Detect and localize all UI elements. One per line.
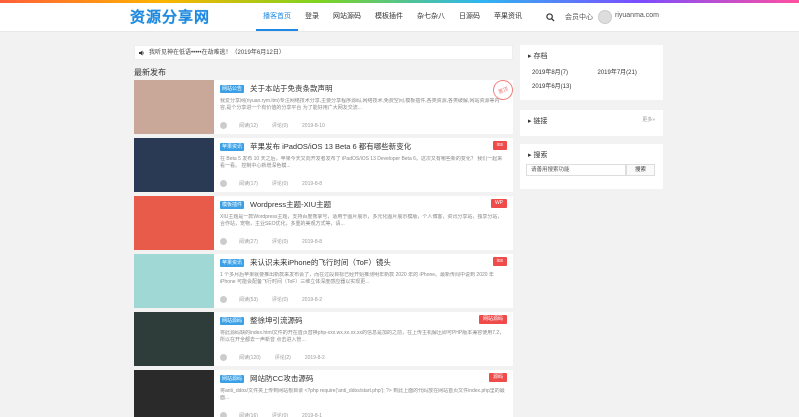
post-title[interactable]: 苹果发布 iPadOS/iOS 13 Beta 6 都有哪些新变化 <box>250 141 411 152</box>
post-category-tag[interactable]: 网站公告 <box>220 85 245 93</box>
post-date: 2019-8-8 <box>302 238 323 245</box>
post-category-tag[interactable]: 苹果资讯 <box>220 143 245 151</box>
post-comments[interactable]: 评论(0) <box>272 180 288 187</box>
post-views: 阅读(27) <box>239 239 258 245</box>
post-thumbnail[interactable] <box>134 196 214 250</box>
post-meta: 阅读(120) 评论(2) 2019-8-2 <box>220 354 339 361</box>
post-card: 网站源码 整徐坤引流源码 将此源码缺的index.html文件的开在首页替换ph… <box>134 312 513 366</box>
site-logo[interactable]: 资源分享网 <box>130 6 210 27</box>
post-badge[interactable]: WP <box>490 199 507 208</box>
post-card: 苹果资讯 来认识未来iPhone的飞行时间（ToF）镜头 1 个多月后苹果就要推… <box>134 254 513 308</box>
post-meta: 阅读(53) 评论(0) 2019-8-2 <box>220 296 336 303</box>
links-more-link[interactable]: 更多» <box>642 116 655 123</box>
post-badge[interactable]: ios <box>492 257 507 266</box>
post-card: 网站源码 网站防CC攻击源码 将anti_ddos/文件夹上传到网站根目录 <?… <box>134 370 513 417</box>
post-views: 阅读(17) <box>239 181 258 187</box>
post-meta: 阅读(12) 评论(0) 2019-8-10 <box>220 122 339 129</box>
search-title: ▸ 搜索 <box>528 152 548 159</box>
post-category-tag[interactable]: 模板插件 <box>220 201 245 209</box>
post-comments[interactable]: 评论(2) <box>275 354 291 361</box>
sidebar-search-input[interactable]: 请善用搜索功能 <box>526 164 626 176</box>
post-excerpt: 在 Beta 5 发布 10 天之后，苹果今天又向开发者发布了 iPadOS/i… <box>220 156 503 169</box>
post-thumbnail[interactable] <box>134 138 214 192</box>
site-header: 资源分享网 播客首页 登录 网站源码 模板插件 杂七杂八 日源码 苹果资讯 会员… <box>0 3 799 32</box>
post-badge[interactable]: 网站源码 <box>478 315 507 324</box>
post-category-tag[interactable]: 网站源码 <box>220 375 245 383</box>
speaker-icon <box>139 50 144 56</box>
post-card: 模板插件 Wordpress主题-XIU主题 XIU主题是一款Wordpress… <box>134 196 513 250</box>
post-excerpt: XIU主题是一款Wordpress主题，支持百度熊掌号，适用于图片展示，多元化图… <box>220 214 503 227</box>
post-title[interactable]: 整徐坤引流源码 <box>250 315 303 326</box>
post-thumbnail[interactable] <box>134 312 214 366</box>
post-date: 2019-8-8 <box>302 180 323 187</box>
archive-list: 2019年8月(7) 2019年7月(21) 2019年6月(13) <box>520 61 663 90</box>
post-category-tag[interactable]: 网站源码 <box>220 317 245 325</box>
post-thumbnail[interactable] <box>134 370 214 417</box>
post-thumbnail[interactable] <box>134 254 214 308</box>
archive-item[interactable]: 2019年7月(21) <box>598 67 664 76</box>
archive-title: ▸ 存档 <box>528 53 548 60</box>
post-views: 阅读(53) <box>239 297 258 303</box>
post-title[interactable]: 关于本站于免责条款声明 <box>250 83 333 94</box>
post-views: 阅读(12) <box>239 123 258 129</box>
archive-item[interactable]: 2019年8月(7) <box>532 67 598 76</box>
author-avatar <box>220 180 227 187</box>
nav-item-templates[interactable]: 模板插件 <box>368 3 410 31</box>
post-views: 阅读(120) <box>239 355 261 361</box>
post-comments[interactable]: 评论(0) <box>272 412 288 417</box>
post-date: 2019-8-2 <box>302 296 323 303</box>
author-avatar <box>220 122 227 129</box>
post-badge[interactable]: 源码 <box>488 373 507 382</box>
post-views: 阅读(16) <box>239 413 258 417</box>
member-center-link[interactable]: 会员中心 <box>565 12 593 22</box>
post-title[interactable]: Wordpress主题-XIU主题 <box>250 199 331 210</box>
notice-bar: 我听见神在低语•••••在劫难逃！（2019年6月12日） <box>134 45 513 60</box>
nav-item-home[interactable]: 播客首页 <box>256 3 298 31</box>
post-excerpt: 1 个多月后苹果就要推出新款来发布会了，而在过段目标已经开始推测明年新款 202… <box>220 272 494 285</box>
post-date: 2019-8-1 <box>302 412 323 417</box>
search-icon[interactable] <box>546 13 555 22</box>
archive-item[interactable]: 2019年6月(13) <box>532 81 598 90</box>
post-card: 网站公告 关于本站于免责条款声明 我爱分享网(riyuan.rym.ltm)专注… <box>134 77 516 134</box>
post-category-tag[interactable]: 苹果资讯 <box>220 259 245 267</box>
author-avatar <box>220 354 227 361</box>
post-title[interactable]: 来认识未来iPhone的飞行时间（ToF）镜头 <box>250 257 391 268</box>
author-avatar <box>220 238 227 245</box>
post-meta: 阅读(16) 评论(0) 2019-8-1 <box>220 412 336 417</box>
author-avatar <box>220 296 227 303</box>
site-domain: riyuanma.com <box>615 12 659 19</box>
search-widget: ▸ 搜索 请善用搜索功能 搜索 <box>520 144 663 189</box>
post-date: 2019-8-2 <box>304 354 325 361</box>
user-avatar[interactable] <box>598 10 612 24</box>
post-card: 苹果资讯 苹果发布 iPadOS/iOS 13 Beta 6 都有哪些新变化 在… <box>134 138 513 192</box>
author-avatar <box>220 412 227 417</box>
post-meta: 阅读(27) 评论(0) 2019-8-8 <box>220 238 336 245</box>
archive-widget: ▸ 存档 2019年8月(7) 2019年7月(21) 2019年6月(13) <box>520 45 663 100</box>
links-widget: ▸ 链接 更多» <box>520 110 663 136</box>
post-badge[interactable]: ios <box>492 141 507 150</box>
nav-item-misc[interactable]: 杂七杂八 <box>410 3 452 31</box>
nav-item-source[interactable]: 网站源码 <box>326 3 368 31</box>
post-date: 2019-8-10 <box>302 122 325 129</box>
post-excerpt: 将此源码缺的index.html文件的开在首页替换php-xxx.wx.xx.x… <box>220 330 505 343</box>
post-comments[interactable]: 评论(0) <box>272 238 288 245</box>
post-meta: 阅读(17) 评论(0) 2019-8-8 <box>220 180 336 187</box>
notice-text[interactable]: 我听见神在低语•••••在劫难逃！（2019年6月12日） <box>149 50 285 56</box>
post-title[interactable]: 网站防CC攻击源码 <box>250 373 313 384</box>
sidebar-search-button[interactable]: 搜索 <box>626 164 655 176</box>
post-thumbnail[interactable] <box>134 80 214 134</box>
nav-item-apple[interactable]: 苹果资讯 <box>487 3 529 31</box>
post-comments[interactable]: 评论(0) <box>272 296 288 303</box>
nav-item-login[interactable]: 登录 <box>298 3 326 31</box>
post-excerpt: 我爱分享网(riyuan.rym.ltm)专注网络技术分享,主要分享程序源码,网… <box>220 98 500 111</box>
post-excerpt: 将anti_ddos/文件夹上传到网站根目录 <?php require('an… <box>220 388 505 401</box>
post-comments[interactable]: 评论(0) <box>272 122 288 129</box>
latest-heading: 最新发布 <box>134 68 166 77</box>
main-nav: 播客首页 登录 网站源码 模板插件 杂七杂八 日源码 苹果资讯 <box>256 3 529 31</box>
nav-item-daily[interactable]: 日源码 <box>452 3 487 31</box>
